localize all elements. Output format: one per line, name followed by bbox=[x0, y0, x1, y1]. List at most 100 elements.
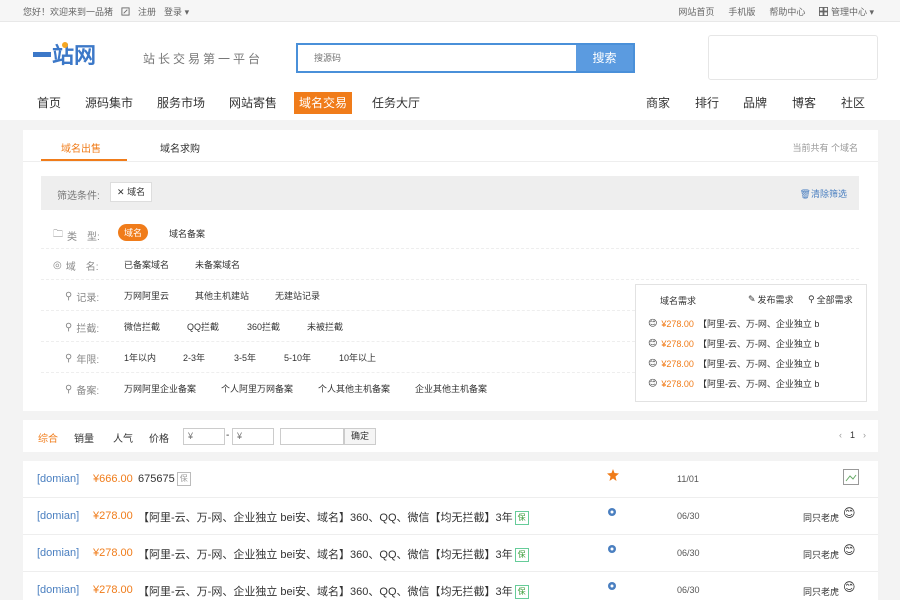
filter-option[interactable]: QQ拦截 bbox=[187, 320, 219, 333]
search-button[interactable]: 搜索 bbox=[576, 45, 633, 71]
listing-title-text: 【阿里-云、万-网、企业独立 bei安、域名】360、QQ、微信【均无拦截】3年 bbox=[138, 549, 513, 561]
nav-source-market[interactable]: 源码集市 bbox=[85, 92, 133, 114]
search-box: 搜索 bbox=[296, 43, 635, 73]
prev-page-icon[interactable]: ‹ bbox=[839, 430, 842, 440]
help-link[interactable]: 帮助中心 bbox=[769, 5, 805, 18]
nav-site-consignment[interactable]: 网站寄售 bbox=[229, 92, 277, 114]
filter-option[interactable]: 万网阿里云 bbox=[124, 289, 169, 302]
page-number: 1 bbox=[849, 430, 855, 440]
listing-date: 06/30 bbox=[677, 585, 700, 595]
mobile-link[interactable]: 手机版 bbox=[728, 5, 755, 18]
filter-key-label: 拦截: bbox=[76, 324, 100, 335]
price-extra-input[interactable] bbox=[280, 428, 344, 445]
filter-option[interactable]: 2-3年 bbox=[183, 351, 205, 364]
listing-category[interactable]: [domian] bbox=[37, 473, 79, 485]
filter-option[interactable]: 未被拦截 bbox=[307, 320, 343, 333]
filter-option[interactable]: 3-5年 bbox=[234, 351, 256, 364]
listing-category[interactable]: [domian] bbox=[37, 547, 79, 559]
listing-price: ¥278.00 bbox=[93, 547, 133, 559]
filter-option[interactable]: 未备案域名 bbox=[195, 258, 240, 271]
sort-popularity[interactable]: 人气 bbox=[113, 430, 133, 445]
table-row[interactable]: [domian] ¥278.00 【阿里-云、万-网、企业独立 bei安、域名】… bbox=[23, 572, 878, 600]
next-page-icon[interactable]: › bbox=[863, 430, 866, 440]
domain-listing: [domian] ¥666.00 675675 保 11/01 [domian] … bbox=[23, 461, 878, 600]
welcome-text: 您好！欢迎来到一品猪 bbox=[23, 7, 114, 17]
price-max-input[interactable]: ¥ bbox=[232, 428, 274, 445]
table-row[interactable]: [domian] ¥666.00 675675 保 11/01 bbox=[23, 461, 878, 498]
sort-bar: 综合 销量 人气 价格 ¥ - ¥ 确定 ‹ 1 › bbox=[23, 420, 878, 452]
folder-icon: 🗀 bbox=[53, 229, 63, 240]
sort-sales[interactable]: 销量 bbox=[74, 430, 94, 445]
table-row[interactable]: [domian] ¥278.00 【阿里-云、万-网、企业独立 bei安、域名】… bbox=[23, 535, 878, 572]
domain-count: 当前共有 个域名 bbox=[792, 143, 858, 153]
close-icon[interactable]: ✕ bbox=[117, 187, 125, 197]
filter-option[interactable]: 10年以上 bbox=[339, 351, 376, 364]
nav-brands[interactable]: 品牌 bbox=[743, 92, 767, 114]
smiley-icon: 😊 bbox=[648, 378, 658, 388]
listing-title[interactable]: 【阿里-云、万-网、企业独立 bei安、域名】360、QQ、微信【均无拦截】3年… bbox=[138, 583, 529, 600]
listing-title[interactable]: 【阿里-云、万-网、企业独立 bei安、域名】360、QQ、微信【均无拦截】3年… bbox=[138, 546, 529, 563]
filter-option[interactable]: 其他主机建站 bbox=[195, 289, 249, 302]
filter-option[interactable]: 微信拦截 bbox=[124, 320, 160, 333]
login-link[interactable]: 登录 ▾ bbox=[164, 5, 189, 18]
price-range-dash: - bbox=[226, 430, 230, 441]
nav-service-market[interactable]: 服务市场 bbox=[157, 92, 205, 114]
filter-option[interactable]: 域名备案 bbox=[169, 227, 205, 240]
trash-icon: 🗑 bbox=[799, 189, 811, 199]
all-demand-link[interactable]: ⚲ 全部需求 bbox=[808, 293, 853, 306]
filter-chip[interactable]: ✕ 域名 bbox=[110, 182, 153, 202]
filter-option[interactable]: 个人阿里万网备案 bbox=[221, 382, 293, 395]
nav-domain-trade[interactable]: 域名交易 bbox=[294, 92, 353, 114]
tab-domain-sell[interactable]: 域名出售 bbox=[61, 140, 101, 155]
listing-title[interactable]: 675675 保 bbox=[138, 472, 191, 486]
filter-row-domain: ◎ 域 名: 已备案域名 未备案域名 bbox=[41, 249, 859, 280]
demand-item[interactable]: 😊 ¥278.00 【阿里-云、万-网、企业独立 b bbox=[648, 357, 819, 370]
recommend-icon bbox=[607, 543, 617, 557]
person-icon: ⚲ bbox=[65, 384, 73, 395]
filter-option[interactable]: 个人其他主机备案 bbox=[318, 382, 390, 395]
star-icon bbox=[607, 469, 619, 484]
filter-option[interactable]: 域名 bbox=[118, 224, 149, 241]
clear-filters-link[interactable]: 🗑清除筛选 bbox=[800, 187, 847, 200]
demand-item[interactable]: 😊 ¥278.00 【阿里-云、万-网、企业独立 b bbox=[648, 317, 819, 330]
publish-demand-link[interactable]: ✎ 发布需求 bbox=[748, 293, 794, 306]
filter-option[interactable]: 1年以内 bbox=[124, 351, 156, 364]
sort-price[interactable]: 价格 bbox=[149, 430, 169, 445]
table-row[interactable]: [domian] ¥278.00 【阿里-云、万-网、企业独立 bei安、域名】… bbox=[23, 498, 878, 535]
listing-category[interactable]: [domian] bbox=[37, 510, 79, 522]
filter-row-years: ⚲ 年限: 1年以内 2-3年 3-5年 5-10年 10年以上 bbox=[41, 342, 635, 373]
seller-name[interactable]: 同只老虎 bbox=[803, 585, 839, 598]
demand-text: 【阿里-云、万-网、企业独立 b bbox=[697, 359, 820, 369]
nav-merchants[interactable]: 商家 bbox=[646, 92, 670, 114]
price-confirm-button[interactable]: 确定 bbox=[344, 428, 376, 445]
listing-category[interactable]: [domian] bbox=[37, 584, 79, 596]
seller-name[interactable]: 同只老虎 bbox=[803, 511, 839, 524]
price-min-input[interactable]: ¥ bbox=[183, 428, 225, 445]
filter-option[interactable]: 360拦截 bbox=[247, 320, 280, 333]
filter-option[interactable]: 5-10年 bbox=[284, 351, 311, 364]
sort-overall[interactable]: 综合 bbox=[38, 430, 58, 445]
nav-task-hall[interactable]: 任务大厅 bbox=[372, 92, 420, 114]
demand-item[interactable]: 😊 ¥278.00 【阿里-云、万-网、企业独立 b bbox=[648, 337, 819, 350]
listing-date: 11/01 bbox=[677, 474, 699, 484]
nav-home[interactable]: 首页 bbox=[37, 92, 61, 114]
filter-key-type: 🗀 类 型: bbox=[53, 227, 100, 244]
search-input[interactable] bbox=[298, 45, 578, 71]
nav-ranking[interactable]: 排行 bbox=[695, 92, 719, 114]
seller-name[interactable]: 同只老虎 bbox=[803, 548, 839, 561]
register-link[interactable]: 注册 bbox=[138, 5, 156, 18]
nav-community[interactable]: 社区 bbox=[841, 92, 865, 114]
site-logo[interactable]: 站网 bbox=[33, 39, 113, 69]
home-link[interactable]: 网站首页 bbox=[678, 5, 714, 18]
filter-key-domain: ◎ 域 名: bbox=[53, 258, 99, 273]
demand-item[interactable]: 😊 ¥278.00 【阿里-云、万-网、企业独立 b bbox=[648, 377, 819, 390]
filter-option[interactable]: 已备案域名 bbox=[124, 258, 169, 271]
filter-option[interactable]: 无建站记录 bbox=[275, 289, 320, 302]
tab-domain-buy[interactable]: 域名求购 bbox=[160, 140, 200, 155]
recommend-icon bbox=[607, 580, 617, 594]
filter-option[interactable]: 企业其他主机备案 bbox=[415, 382, 487, 395]
filter-option[interactable]: 万网阿里企业备案 bbox=[124, 382, 196, 395]
listing-title[interactable]: 【阿里-云、万-网、企业独立 bei安、域名】360、QQ、微信【均无拦截】3年… bbox=[138, 509, 529, 526]
nav-blog[interactable]: 博客 bbox=[792, 92, 816, 114]
admin-center-link[interactable]: 管理中心 ▾ bbox=[819, 5, 874, 18]
